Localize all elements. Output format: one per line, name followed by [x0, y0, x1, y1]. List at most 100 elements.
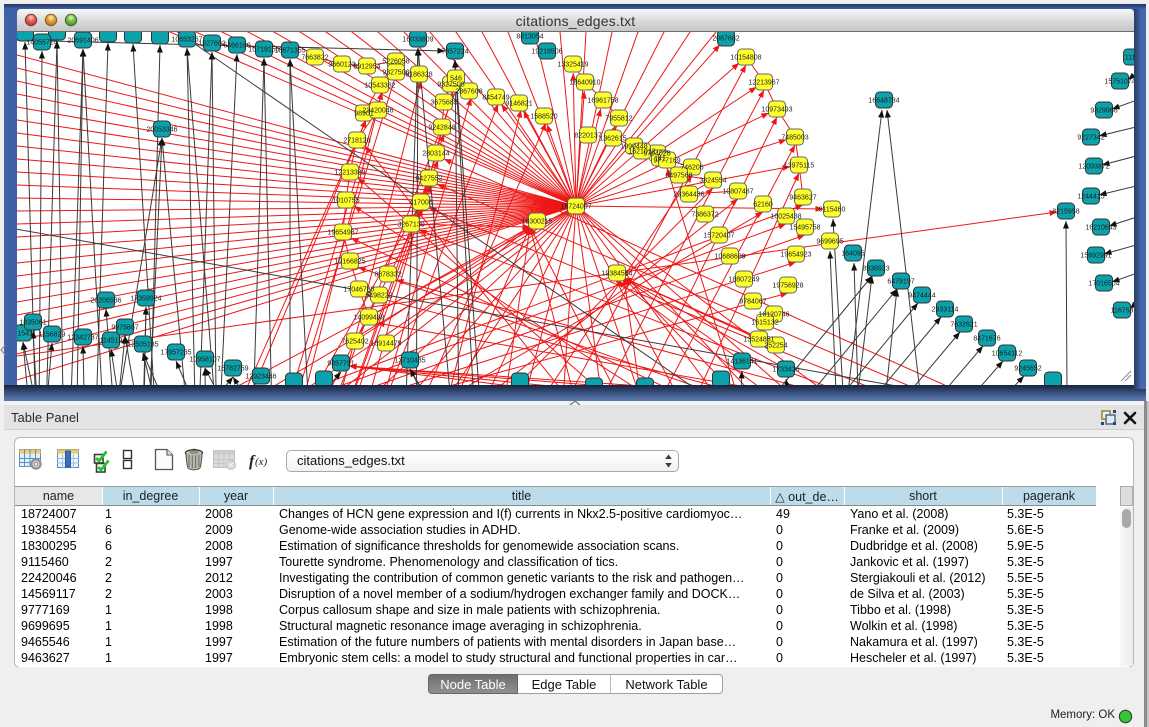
- svg-text:14099489: 14099489: [353, 315, 384, 322]
- svg-text:3675685: 3675685: [430, 100, 457, 107]
- svg-text:7386372: 7386372: [691, 212, 718, 219]
- svg-text:1733426: 1733426: [772, 367, 799, 374]
- svg-text:19384554: 19384554: [601, 271, 632, 278]
- svg-text:6466160: 6466160: [223, 43, 250, 50]
- svg-text:10958107: 10958107: [189, 357, 220, 364]
- svg-text:12213967: 12213967: [748, 80, 779, 87]
- svg-text:20691406: 20691406: [67, 38, 98, 45]
- svg-text:9115460: 9115460: [819, 207, 846, 214]
- svg-text:1588520: 1588520: [530, 114, 557, 121]
- svg-text:1112: 1112: [1125, 55, 1134, 62]
- svg-text:1835061: 1835061: [19, 320, 46, 327]
- svg-text:1527602: 1527602: [198, 41, 225, 48]
- svg-text:19654987: 19654987: [327, 230, 358, 237]
- svg-text:16914479: 16914479: [370, 341, 401, 348]
- svg-text:19654923: 19654923: [780, 252, 811, 259]
- svg-text:3824554: 3824554: [699, 178, 726, 185]
- svg-text:9242848: 9242848: [428, 125, 455, 132]
- svg-text:16210643: 16210643: [1085, 225, 1116, 232]
- svg-text:19218506: 19218506: [531, 49, 562, 56]
- svg-text:17359924: 17359924: [130, 296, 161, 303]
- svg-text:10025438: 10025438: [770, 214, 801, 221]
- svg-text:(x): (x): [255, 456, 268, 468]
- svg-text:9777169: 9777169: [653, 158, 680, 165]
- svg-text:9699695: 9699695: [816, 239, 843, 246]
- svg-text:10973493: 10973493: [761, 107, 792, 114]
- svg-text:8215958: 8215958: [1052, 209, 1079, 216]
- svg-text:2803144: 2803144: [422, 151, 449, 158]
- svg-text:8427552: 8427552: [415, 176, 442, 183]
- svg-text:2933114: 2933114: [932, 307, 959, 314]
- svg-text:1615132: 1615132: [751, 320, 778, 327]
- svg-text:16782759: 16782759: [217, 366, 248, 373]
- svg-text:8938923: 8938923: [862, 266, 889, 273]
- svg-text:1621012: 1621012: [628, 149, 655, 156]
- svg-text:10807487: 10807487: [722, 189, 753, 196]
- svg-text:18807249: 18807249: [728, 277, 759, 284]
- svg-text:3915411: 3915411: [17, 331, 36, 338]
- svg-text:9784067: 9784067: [739, 299, 766, 306]
- svg-text:12505135: 12505135: [127, 342, 158, 349]
- svg-text:20053346: 20053346: [146, 127, 177, 134]
- svg-text:9474444: 9474444: [908, 293, 935, 300]
- svg-text:9227342: 9227342: [1077, 135, 1104, 142]
- svg-text:7632621: 7632621: [950, 322, 977, 329]
- svg-text:8220137: 8220137: [574, 133, 601, 140]
- svg-text:17957235: 17957235: [160, 350, 191, 357]
- svg-text:7857224: 7857224: [441, 49, 468, 56]
- svg-text:8471676: 8471676: [973, 336, 1000, 343]
- svg-text:417006: 417006: [409, 200, 432, 207]
- svg-text:9463627: 9463627: [789, 195, 816, 202]
- svg-text:14136141: 14136141: [726, 359, 757, 366]
- svg-text:9245652: 9245652: [1014, 366, 1041, 373]
- svg-text:10654112: 10654112: [992, 351, 1023, 358]
- svg-text:114519: 114519: [100, 338, 123, 345]
- svg-text:12093872: 12093872: [1078, 164, 1109, 171]
- svg-text:1010755: 1010755: [332, 198, 359, 205]
- svg-text:5226058: 5226058: [382, 59, 409, 66]
- svg-text:8912954: 8912954: [353, 64, 380, 71]
- svg-text:10688609: 10688609: [714, 254, 745, 261]
- svg-text:746206: 746206: [680, 165, 703, 172]
- svg-text:12923446: 12923446: [245, 374, 276, 381]
- svg-text:8813054: 8813054: [516, 34, 543, 41]
- svg-text:6497568: 6497568: [665, 173, 692, 180]
- svg-text:16671355: 16671355: [274, 48, 305, 55]
- svg-text:9660123: 9660123: [328, 62, 355, 69]
- svg-text:252254: 252254: [764, 343, 787, 350]
- svg-text:16120746: 16120746: [758, 312, 789, 319]
- svg-text:2867608: 2867608: [455, 89, 482, 96]
- svg-text:9975867: 9975867: [111, 325, 138, 332]
- svg-text:546: 546: [450, 76, 462, 83]
- svg-text:20364436: 20364436: [673, 192, 704, 199]
- svg-text:9329966: 9329966: [1090, 108, 1117, 115]
- svg-text:7955812: 7955812: [605, 116, 632, 123]
- svg-text:15692991: 15692991: [1080, 253, 1111, 260]
- svg-text:62160: 62160: [753, 202, 773, 209]
- svg-text:13710485: 13710485: [394, 358, 425, 365]
- svg-text:19756928: 19756928: [772, 283, 803, 290]
- svg-text:17016504: 17016504: [1088, 281, 1119, 288]
- svg-text:16961758: 16961758: [587, 98, 618, 105]
- svg-text:15495758: 15495758: [789, 225, 820, 232]
- svg-text:20206536: 20206536: [90, 298, 121, 305]
- svg-text:8186328: 8186328: [405, 72, 432, 79]
- svg-text:2718126: 2718126: [343, 138, 370, 145]
- svg-text:9327508: 9327508: [437, 82, 464, 89]
- svg-text:15751074: 15751074: [1104, 79, 1134, 86]
- svg-text:1362615: 1362615: [599, 136, 626, 143]
- svg-text:16033809: 16033809: [402, 37, 433, 44]
- svg-text:8878332: 8878332: [374, 272, 401, 279]
- svg-text:19166825: 19166825: [334, 259, 365, 266]
- svg-text:7663822: 7663822: [301, 55, 328, 62]
- svg-text:116753: 116753: [1111, 308, 1134, 315]
- svg-text:7625402: 7625402: [341, 339, 368, 346]
- svg-text:14055714: 14055714: [26, 40, 57, 47]
- svg-text:18724007: 18724007: [560, 204, 591, 211]
- svg-text:9146821: 9146821: [505, 101, 532, 108]
- svg-text:7485003: 7485003: [781, 135, 808, 142]
- svg-text:23420046: 23420046: [362, 108, 393, 115]
- svg-text:1156829: 1156829: [39, 332, 66, 339]
- svg-text:5498222: 5498222: [365, 293, 392, 300]
- svg-text:10543382: 10543382: [364, 83, 395, 90]
